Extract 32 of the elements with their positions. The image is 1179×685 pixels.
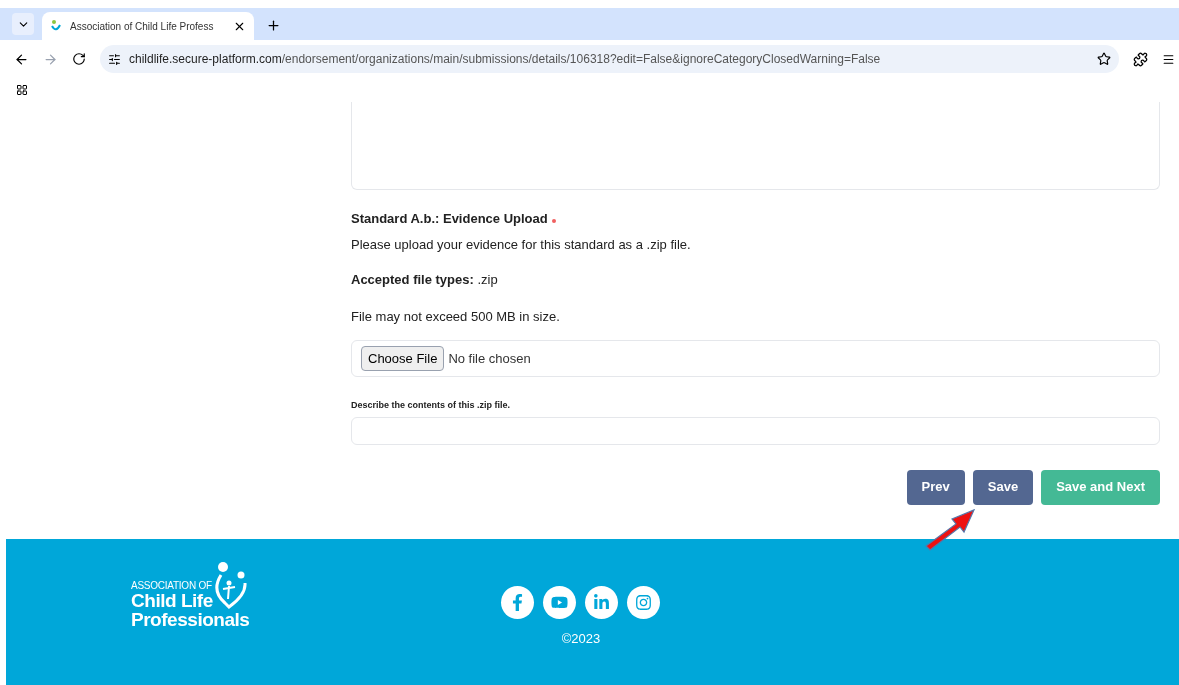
play-icon[interactable] — [543, 586, 577, 619]
form-button[interactable]: Save — [972, 469, 1034, 505]
bookmark-star-icon[interactable] — [1097, 52, 1111, 66]
extensions-icon[interactable] — [1133, 51, 1148, 67]
accepted-types-text: Accepted file types: .zip — [351, 271, 499, 289]
logo-icon — [50, 19, 62, 33]
choose-file-button[interactable]: Choose File — [361, 345, 445, 372]
size-limit-text: File may not exceed 500 MB in size. — [351, 307, 561, 326]
linkedin-icon[interactable] — [585, 586, 619, 619]
tab-title: Association of Child Life Profess — [70, 19, 215, 34]
new-tab-icon[interactable] — [266, 18, 281, 33]
apps-icon[interactable] — [16, 84, 28, 96]
url-text: childlife.secure-platform.com/endorsement/organizations/main/submissions/details/106318?edit=False&ignoreCategoryClosedWarning=False — [129, 51, 882, 68]
menu-icon[interactable] — [1162, 52, 1175, 66]
copyright-text: ©2023 — [561, 630, 601, 648]
back-icon[interactable] — [14, 51, 29, 67]
camera-icon[interactable] — [627, 586, 661, 619]
form-button[interactable]: Prev — [906, 469, 965, 505]
file-status-text: No file chosen — [448, 349, 531, 368]
forward-icon[interactable] — [43, 51, 58, 67]
reload-icon[interactable] — [72, 52, 86, 66]
address-bar[interactable]: childlife.secure-platform.com/endorsement/organizations/main/submissions/details/106318?edit=False&ignoreCategoryClosedWarning=False — [100, 45, 1119, 73]
site-settings-icon[interactable] — [108, 52, 121, 66]
instructions-text: Please upload your evidence for this standard as a .zip file. — [351, 235, 692, 254]
file-input[interactable]: Choose File No file chosen — [351, 340, 1160, 377]
field-heading: Standard A.b.: Evidence Upload — [351, 210, 548, 228]
browser-tab[interactable]: Association of Child Life Profess — [42, 12, 254, 40]
association-logo: ASSOCIATION OF Child Life Professionals — [131, 561, 252, 629]
facebook-icon[interactable] — [501, 586, 535, 619]
describe-label: Describe the contents of this .zip file. — [351, 399, 512, 412]
tab-list-button[interactable] — [12, 13, 34, 35]
description-field[interactable] — [351, 416, 1160, 445]
